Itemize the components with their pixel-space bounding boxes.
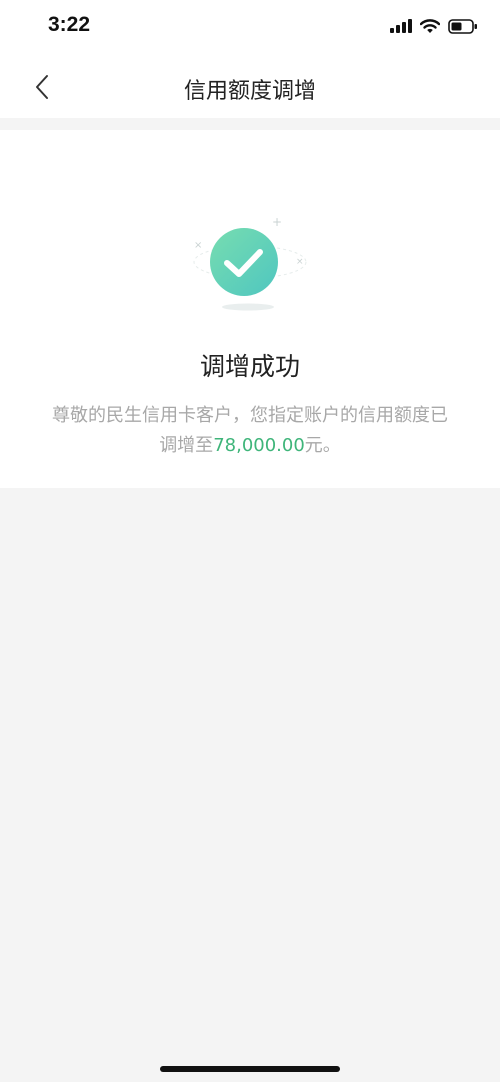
status-bar: 3:22 (0, 0, 500, 56)
page-title: 信用额度调增 (183, 79, 316, 104)
result-title: 调增成功 (199, 352, 300, 381)
wifi-icon (420, 18, 440, 33)
svg-text:+: + (272, 215, 282, 229)
check-circle-icon: + × × (193, 215, 307, 311)
cellular-signal-icon (390, 19, 412, 33)
status-time: 3:22 (48, 13, 91, 36)
credit-amount: 78,000.00 (213, 435, 305, 456)
result-message: 尊敬的民生信用卡客户，您指定账户的信用额度已调增至78,000.00元。 (46, 401, 454, 461)
result-card: + × × 调增成功 尊敬的民生信用卡客户，您指定账户的信用额度已调增至78,0… (0, 130, 500, 488)
svg-text:×: × (296, 257, 304, 267)
nav-bar: 信用额度调增 (0, 56, 500, 118)
status-icons (390, 16, 478, 36)
home-indicator (160, 1066, 340, 1072)
message-suffix: 元。 (304, 435, 341, 456)
svg-text:×: × (194, 240, 202, 251)
battery-icon (448, 18, 477, 34)
